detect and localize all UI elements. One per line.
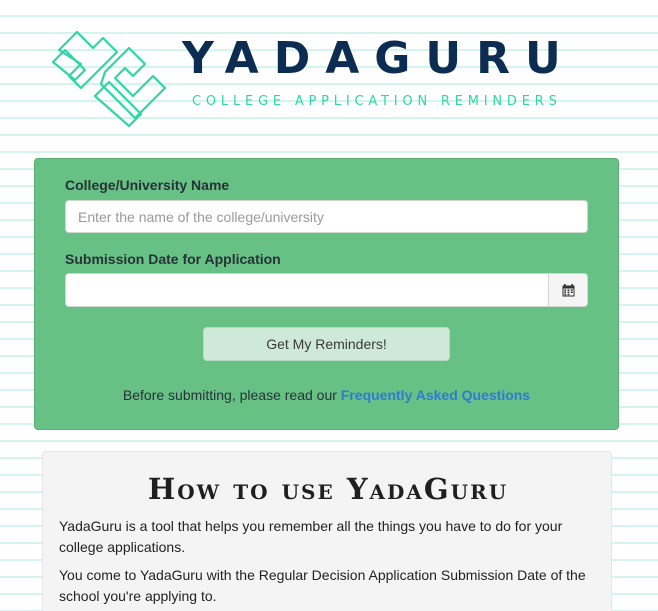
calendar-icon (562, 283, 574, 296)
submission-date-input[interactable] (66, 274, 549, 306)
submission-date-label: Submission Date for Application (65, 251, 281, 267)
college-name-label: College/University Name (65, 177, 230, 193)
how-to-paragraph: You come to YadaGuru with the Regular De… (59, 567, 586, 604)
reminder-form: College/University Name Submission Date … (34, 158, 619, 430)
how-to-title: How to use YadaGuru (147, 472, 509, 506)
submission-date-group (65, 273, 588, 307)
get-reminders-button[interactable]: Get My Reminders! (203, 327, 450, 361)
calendar-button[interactable] (548, 274, 587, 306)
yg-monogram-icon[interactable] (45, 22, 170, 130)
how-to-paragraph: YadaGuru is a tool that helps you rememb… (59, 518, 563, 555)
how-to-section: How to use YadaGuru YadaGuru is a tool t… (42, 451, 612, 611)
brand-name: YADAGURU (182, 33, 576, 84)
faq-notice: Before submitting, please read our Frequ… (35, 387, 618, 403)
college-name-input[interactable] (65, 200, 588, 233)
brand-tagline: COLLEGE APPLICATION REMINDERS (192, 94, 562, 109)
site-header: YADAGURU COLLEGE APPLICATION REMINDERS (0, 0, 658, 140)
faq-prefix-text: Before submitting, please read our (122, 387, 341, 403)
faq-link[interactable]: Frequently Asked Questions (341, 387, 530, 403)
